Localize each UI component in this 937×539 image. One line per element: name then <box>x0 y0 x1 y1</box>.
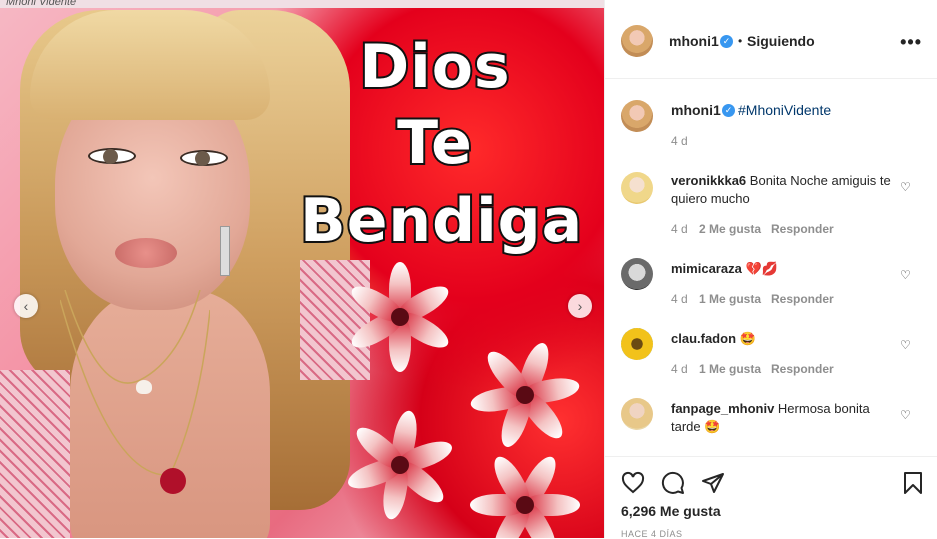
top-strip-text: Mhoni Vidente <box>6 0 77 8</box>
comment-username[interactable]: clau.fadon <box>671 331 736 346</box>
comment-text: veronikkka6 Bonita Noche amiguis te quie… <box>671 172 891 208</box>
comment-avatar[interactable] <box>621 258 653 290</box>
image-title-line-2: Te <box>395 106 474 180</box>
comment-body: 🤩 <box>739 331 756 346</box>
post-header: mhoni1 ✓ • Siguiendo ••• <box>605 0 937 79</box>
next-image-button[interactable]: › <box>568 294 592 318</box>
chevron-right-icon: › <box>577 298 583 314</box>
heart-icon[interactable]: ♡ <box>900 408 912 422</box>
prev-image-button[interactable]: ‹ <box>14 294 38 318</box>
comment-username[interactable]: mimicaraza <box>671 261 742 276</box>
comment-time: 4 d <box>671 362 688 376</box>
verified-badge-icon: ✓ <box>720 35 733 48</box>
post-image[interactable]: Mhoni Vidente Dios Te Bendiga ‹ › <box>0 0 604 538</box>
comment-time: 4 d <box>671 292 688 306</box>
heart-icon[interactable]: ♡ <box>900 268 912 282</box>
comment-likes[interactable]: 1 Me gusta <box>699 292 761 306</box>
comment-avatar[interactable] <box>621 398 653 430</box>
image-title-line-1: Dios <box>357 30 511 104</box>
caption-avatar[interactable] <box>621 100 653 132</box>
flower <box>345 262 455 372</box>
flower <box>468 339 582 451</box>
send-icon[interactable] <box>701 471 725 495</box>
image-title-line-3: Bendiga <box>298 184 584 258</box>
comment-avatar[interactable] <box>621 172 653 204</box>
comment-likes[interactable]: 2 Me gusta <box>699 222 761 236</box>
comment-text: clau.fadon 🤩 <box>671 330 891 348</box>
header-username[interactable]: mhoni1 <box>669 33 719 49</box>
flower <box>470 450 580 538</box>
post-actions: 6,296 Me gusta HACE 4 DÍAS <box>605 456 937 539</box>
caption-username[interactable]: mhoni1 <box>671 102 721 118</box>
reply-button[interactable]: Responder <box>771 292 834 306</box>
post-sidebar: mhoni1 ✓ • Siguiendo ••• mhoni1 ✓ #Mhoni… <box>604 0 937 539</box>
comment-text: mimicaraza 💔💋 <box>671 260 891 278</box>
heart-icon[interactable]: ♡ <box>900 180 912 194</box>
comment-avatar[interactable] <box>621 328 653 360</box>
reply-button[interactable]: Responder <box>771 222 834 236</box>
comment-likes[interactable]: 1 Me gusta <box>699 362 761 376</box>
bookmark-icon[interactable] <box>901 471 925 495</box>
comment-text: fanpage_mhoniv Hermosa bonita tarde 🤩 <box>671 400 891 436</box>
comment-body: 💔💋 <box>745 261 778 276</box>
flower <box>344 408 456 522</box>
comment-username[interactable]: veronikkka6 <box>671 173 746 188</box>
heart-icon[interactable] <box>621 471 645 495</box>
avatar[interactable] <box>621 25 653 57</box>
heart-icon[interactable]: ♡ <box>900 338 912 352</box>
header-separator: • <box>738 34 743 48</box>
likes-count[interactable]: 6,296 Me gusta <box>621 503 721 519</box>
comment-username[interactable]: fanpage_mhoniv <box>671 401 774 416</box>
top-strip: Mhoni Vidente <box>0 0 604 8</box>
caption-time: 4 d <box>671 134 688 148</box>
follow-status-button[interactable]: Siguiendo <box>747 33 815 49</box>
caption-hashtag[interactable]: #MhoniVidente <box>738 102 831 118</box>
chevron-left-icon: ‹ <box>23 298 29 314</box>
reply-button[interactable]: Responder <box>771 362 834 376</box>
verified-badge-icon: ✓ <box>722 104 735 117</box>
comment-time: 4 d <box>671 222 688 236</box>
more-options-button[interactable]: ••• <box>900 32 922 53</box>
comment-icon[interactable] <box>661 471 685 495</box>
